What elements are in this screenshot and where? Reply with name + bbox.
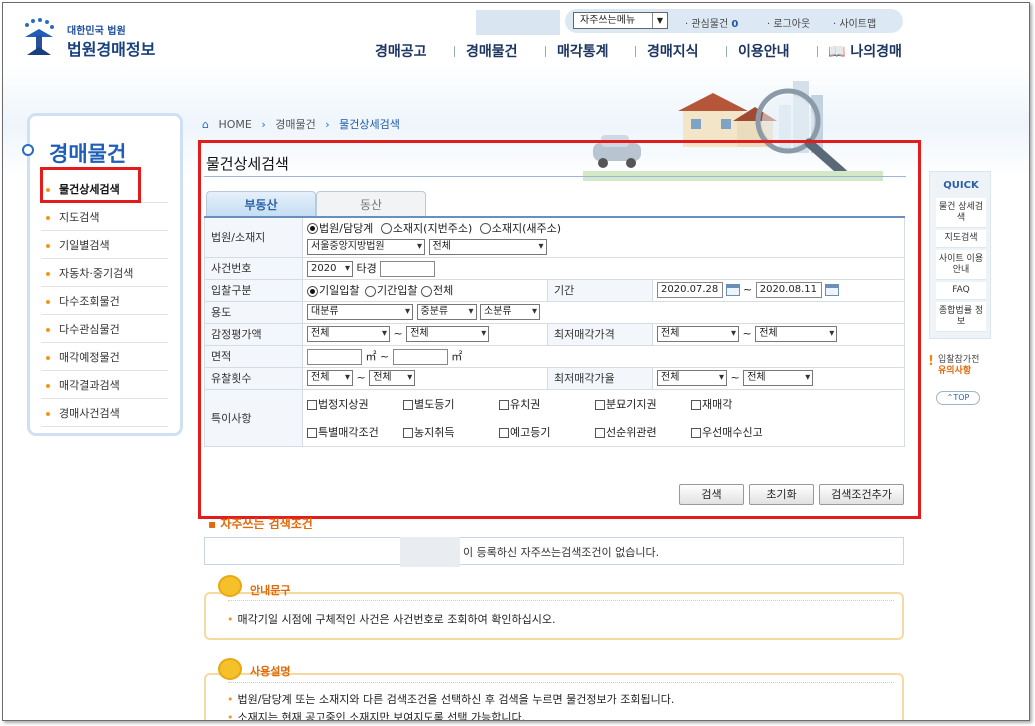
quick-faq[interactable]: FAQ: [936, 282, 986, 300]
breadcrumb-home[interactable]: HOME: [218, 118, 251, 131]
nav-auction-items[interactable]: 경매물건: [466, 41, 518, 61]
usage-title: 사용설명: [250, 665, 291, 678]
breadcrumb: ⌂ HOME › 경매물건 › 물건상세검색: [202, 116, 406, 132]
sitemap-label: 사이트맵: [839, 19, 877, 30]
nav-my-auction-label: 나의경매: [850, 44, 902, 60]
nav-divider: [726, 46, 727, 57]
sidebar: 경매물건 물건상세검색 지도검색 기일별검색 자동차·중기검색 다수조회물건 다…: [27, 113, 183, 436]
sidebar-item-most-viewed[interactable]: 다수조회물건: [41, 288, 168, 315]
quick-map-search[interactable]: 지도검색: [936, 230, 986, 248]
redacted-area: [400, 537, 460, 567]
home-icon: ⌂: [202, 118, 209, 131]
breadcrumb-level1[interactable]: 경매물건: [275, 118, 315, 131]
highlight-box-sidebar: [40, 167, 141, 203]
sitemap-link[interactable]: · 사이트맵: [833, 15, 876, 30]
nav-divider: [817, 46, 818, 57]
interest-label: 관심물건: [691, 19, 729, 30]
nav-auction-notice[interactable]: 경매공고: [375, 41, 427, 61]
highlight-box-content: [198, 140, 921, 519]
breadcrumb-arrow-icon: ›: [261, 118, 266, 131]
speech-bubble-icon: [218, 575, 242, 597]
sidebar-item-map-search[interactable]: 지도검색: [41, 204, 168, 231]
breadcrumb-arrow-icon: ›: [325, 118, 330, 131]
logout-link[interactable]: · 로그아웃: [767, 15, 810, 30]
favorite-menu-label: 자주쓰는메뉴: [580, 15, 636, 26]
book-icon: 📖: [828, 44, 846, 60]
interest-link[interactable]: · 관심물건 0: [685, 15, 738, 30]
guide-title: 안내문구: [250, 584, 291, 597]
bullet-icon: ▪: [208, 517, 217, 529]
quick-menu-title: QUICK: [943, 180, 979, 191]
bid-notice-line1: 입찰참가전: [938, 355, 980, 365]
quick-menu: QUICK 물건 상세검색 지도검색 사이트 이용안내 FAQ 종합법률 정보: [929, 171, 991, 339]
nav-divider: [454, 46, 455, 57]
nav-usage-guide[interactable]: 이용안내: [738, 41, 790, 61]
quick-site-guide[interactable]: 사이트 이용안내: [936, 250, 986, 280]
favorite-menu-select[interactable]: 자주쓰는메뉴 ▼: [573, 12, 668, 29]
browser-page: 대한민국 법원 법원경매정보 자주쓰는메뉴 ▼ · 관심물건 0 · 로그아웃 ·…: [2, 2, 1030, 721]
nav-auction-knowledge[interactable]: 경매지식: [647, 41, 699, 61]
breadcrumb-current: 물건상세검색: [339, 118, 400, 131]
utility-bar: 자주쓰는메뉴 ▼ · 관심물건 0 · 로그아웃 · 사이트맵: [565, 9, 903, 33]
scroll-top-button[interactable]: ⌃TOP: [936, 391, 980, 405]
favorite-conditions-title: ▪ 자주쓰는 검색조건: [208, 515, 313, 529]
nav-my-auction[interactable]: 📖 나의경매: [828, 41, 902, 61]
guide-text: 매각기일 시점에 구체적인 사건은 사건번호로 조회하여 확인하십시오.: [227, 611, 556, 627]
nav-sale-stats[interactable]: 매각통계: [557, 41, 609, 61]
sidebar-item-date-search[interactable]: 기일별검색: [41, 232, 168, 259]
quick-detail-search[interactable]: 물건 상세검색: [936, 198, 986, 228]
nav-divider: [545, 46, 546, 57]
bid-notice-line2: 유의사항: [938, 366, 972, 376]
logo-subtitle: 대한민국 법원: [67, 26, 126, 37]
sidebar-item-vehicle-search[interactable]: 자동차·중기검색: [41, 260, 168, 287]
bid-notice-link[interactable]: 입찰참가전 유의사항: [938, 355, 979, 377]
interest-count: 0: [731, 19, 739, 30]
logout-label: 로그아웃: [773, 19, 811, 30]
speech-bubble-icon: [218, 658, 242, 680]
usage-text-1: 법원/담당계 또는 소재지와 다른 검색조건을 선택하신 후 검색을 누르면 물…: [227, 691, 675, 707]
scroll-top-label: TOP: [953, 393, 970, 402]
quick-legal-info[interactable]: 종합법률 정보: [936, 302, 986, 332]
chevron-down-icon: ▼: [652, 13, 667, 28]
divider: [228, 600, 894, 601]
sidebar-title-bullet-icon: [22, 144, 34, 156]
court-emblem-icon: [25, 18, 54, 55]
favorite-conditions-message: 이 등록하신 자주쓰는검색조건이 없습니다.: [463, 546, 660, 559]
sidebar-item-most-interest[interactable]: 다수관심물건: [41, 316, 168, 343]
redacted-area: [476, 10, 560, 35]
nav-divider: [635, 46, 636, 57]
usage-text-2: 소재지는 현재 공고중인 소재지만 보여지도록 선택 가능합니다.: [227, 709, 526, 720]
exclamation-icon: !: [928, 354, 934, 369]
divider: [228, 682, 894, 683]
sidebar-item-scheduled-sale[interactable]: 매각예정물건: [41, 344, 168, 371]
favorite-conditions-label: 자주쓰는 검색조건: [220, 517, 313, 529]
sidebar-title: 경매물건: [49, 142, 127, 166]
sidebar-item-sale-result[interactable]: 매각결과검색: [41, 372, 168, 399]
logo-title: 법원경매정보: [67, 40, 156, 59]
sidebar-item-case-search[interactable]: 경매사건검색: [41, 400, 168, 427]
